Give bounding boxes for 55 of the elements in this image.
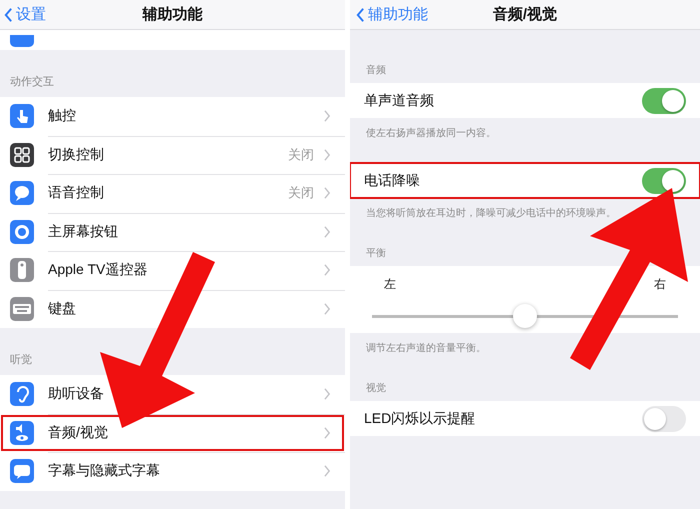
- nav-title: 辅助功能: [142, 5, 202, 24]
- settings-row[interactable]: 音频/视觉: [0, 414, 345, 452]
- slider-label: 左: [384, 276, 396, 293]
- row-label: 语音控制: [48, 184, 105, 202]
- slider-thumb[interactable]: [513, 304, 537, 328]
- row-label: 主屏幕按钮: [48, 222, 119, 241]
- row-label: 音频/视觉: [48, 424, 109, 442]
- row-label: 助听设备: [48, 385, 105, 404]
- chevron-icon: [324, 187, 331, 200]
- footnote: 调节左右声道的音量平衡。: [366, 342, 486, 355]
- app-icon: [10, 35, 34, 47]
- section-header: 音频: [366, 64, 386, 77]
- hand-icon: [10, 104, 34, 128]
- home-button-icon: [10, 220, 34, 244]
- section-header: 动作交互: [10, 74, 54, 89]
- toggle-switch[interactable]: [642, 406, 686, 432]
- caption-bubble-icon: [10, 459, 34, 484]
- slider-label: 右: [654, 276, 666, 293]
- chevron-icon: [324, 388, 331, 400]
- chevron-icon: [324, 264, 331, 276]
- back-button[interactable]: 辅助功能: [356, 5, 428, 24]
- row-label: 字幕与隐藏式字幕: [48, 462, 161, 480]
- row-label: 触控: [48, 107, 77, 126]
- chevron-icon: [324, 110, 331, 122]
- row-value: 关闭: [288, 146, 314, 164]
- section-header: 平衡: [366, 247, 386, 260]
- speaker-eye-icon: [10, 420, 34, 445]
- section-header: 听觉: [10, 353, 32, 367]
- chevron-icon: [324, 148, 331, 161]
- section-header: 视觉: [366, 382, 386, 395]
- chevron-icon: [324, 465, 331, 478]
- nav-title: 音频/视觉: [492, 5, 558, 24]
- row-label: 单声道音频: [364, 92, 434, 110]
- back-chevron-icon: [4, 6, 13, 22]
- toggle-switch[interactable]: [642, 168, 686, 194]
- row-value: 关闭: [288, 184, 314, 202]
- chevron-icon: [324, 302, 331, 315]
- grid-icon: [10, 142, 34, 167]
- footnote: 使左右扬声器播放同一内容。: [366, 126, 496, 140]
- row-label: Apple TV遥控器: [48, 261, 148, 280]
- row-label: 切换控制: [48, 146, 105, 164]
- back-button[interactable]: 设置: [4, 5, 46, 24]
- speech-bubble-icon: [10, 181, 34, 206]
- row-label: LED闪烁以示提醒: [364, 410, 476, 428]
- ear-icon: [10, 382, 34, 406]
- row-label: 键盘: [48, 300, 77, 318]
- balance-slider[interactable]: [372, 304, 678, 328]
- keyboard-icon: [10, 296, 34, 321]
- chevron-icon: [324, 426, 331, 439]
- footnote: 当您将听筒放在耳边时，降噪可减少电话中的环境噪声。: [366, 206, 616, 220]
- row-label: 电话降噪: [364, 172, 420, 190]
- toggle-switch[interactable]: [642, 88, 686, 114]
- chevron-icon: [324, 226, 331, 238]
- back-chevron-icon: [356, 6, 365, 22]
- remote-icon: [10, 258, 34, 282]
